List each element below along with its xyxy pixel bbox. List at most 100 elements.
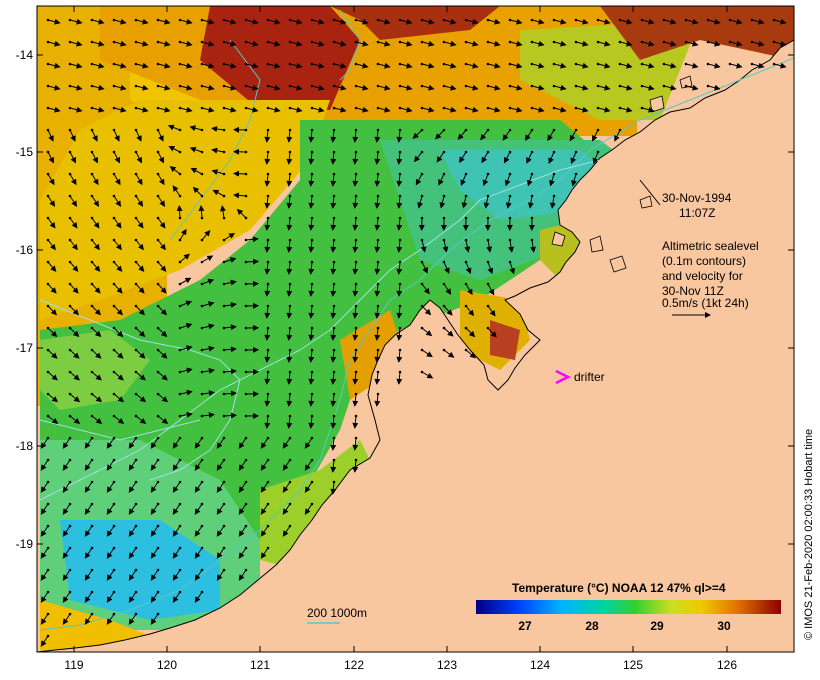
velocity-origin-dot [662, 18, 666, 22]
velocity-origin-dot [222, 172, 226, 176]
velocity-origin-dot [596, 150, 600, 154]
velocity-origin-dot [244, 436, 248, 440]
velocity-origin-dot [332, 480, 336, 484]
velocity-origin-dot [156, 304, 160, 308]
velocity-origin-dot [156, 348, 160, 352]
velocity-origin-dot [156, 546, 160, 550]
velocity-origin-dot [134, 62, 138, 66]
velocity-origin-dot [442, 128, 446, 132]
velocity-origin-dot [178, 40, 182, 44]
velocity-origin-dot [244, 128, 248, 132]
velocity-origin-dot [244, 18, 248, 22]
velocity-origin-dot [222, 502, 226, 506]
velocity-origin-dot [156, 62, 160, 66]
velocity-origin-dot [420, 150, 424, 154]
velocity-origin-dot [46, 546, 50, 550]
velocity-origin-dot [68, 128, 72, 132]
velocity-origin-dot [574, 18, 578, 22]
velocity-origin-dot [46, 568, 50, 572]
velocity-origin-dot [398, 62, 402, 66]
velocity-origin-dot [464, 84, 468, 88]
velocity-origin-dot [596, 84, 600, 88]
velocity-origin-dot [310, 260, 314, 264]
velocity-origin-dot [486, 106, 490, 110]
velocity-origin-dot [178, 348, 182, 352]
velocity-origin-dot [354, 150, 358, 154]
velocity-origin-dot [618, 106, 622, 110]
velocity-origin-dot [310, 216, 314, 220]
velocity-origin-dot [178, 260, 182, 264]
velocity-origin-dot [112, 150, 116, 154]
time-label: 11:07Z [679, 206, 715, 220]
velocity-origin-dot [310, 458, 314, 462]
velocity-origin-dot [376, 194, 380, 198]
velocity-origin-dot [222, 238, 226, 242]
velocity-origin-dot [398, 282, 402, 286]
velocity-origin-dot [90, 480, 94, 484]
velocity-origin-dot [178, 304, 182, 308]
velocity-origin-dot [662, 62, 666, 66]
velocity-origin-dot [310, 392, 314, 396]
velocity-origin-dot [156, 18, 160, 22]
velocity-origin-dot [90, 62, 94, 66]
velocity-origin-dot [332, 18, 336, 22]
velocity-origin-dot [68, 84, 72, 88]
velocity-origin-dot [46, 172, 50, 176]
velocity-origin-dot [178, 568, 182, 572]
velocity-origin-dot [156, 172, 160, 176]
velocity-origin-dot [90, 84, 94, 88]
velocity-origin-dot [178, 194, 182, 198]
velocity-origin-dot [354, 106, 358, 110]
velocity-origin-dot [706, 84, 710, 88]
velocity-origin-dot [266, 304, 270, 308]
velocity-origin-dot [376, 238, 380, 242]
velocity-origin-dot [90, 326, 94, 330]
velocity-origin-dot [90, 238, 94, 242]
lon-label: 122 [344, 658, 364, 672]
velocity-origin-dot [112, 18, 116, 22]
velocity-origin-dot [464, 304, 468, 308]
velocity-origin-dot [46, 238, 50, 242]
velocity-origin-dot [266, 458, 270, 462]
velocity-origin-dot [574, 62, 578, 66]
velocity-origin-dot [464, 238, 468, 242]
velocity-origin-dot [244, 194, 248, 198]
velocity-origin-dot [200, 458, 204, 462]
velocity-origin-dot [244, 414, 248, 418]
velocity-origin-dot [200, 282, 204, 286]
velocity-origin-dot [618, 40, 622, 44]
velocity-origin-dot [178, 590, 182, 594]
velocity-origin-dot [442, 106, 446, 110]
velocity-origin-dot [46, 282, 50, 286]
velocity-origin-dot [684, 18, 688, 22]
velocity-origin-dot [46, 502, 50, 506]
velocity-origin-dot [530, 106, 534, 110]
velocity-origin-dot [244, 216, 248, 220]
velocity-origin-dot [772, 62, 776, 66]
velocity-origin-dot [596, 128, 600, 132]
velocity-origin-dot [112, 304, 116, 308]
velocity-origin-dot [442, 216, 446, 220]
velocity-origin-dot [332, 172, 336, 176]
velocity-origin-dot [134, 84, 138, 88]
velocity-origin-dot [618, 18, 622, 22]
velocity-origin-dot [68, 568, 72, 572]
velocity-origin-dot [134, 414, 138, 418]
velocity-origin-dot [530, 18, 534, 22]
velocity-origin-dot [266, 238, 270, 242]
velocity-origin-dot [288, 436, 292, 440]
velocity-origin-dot [354, 326, 358, 330]
velocity-origin-dot [156, 568, 160, 572]
velocity-origin-dot [376, 216, 380, 220]
velocity-origin-dot [112, 370, 116, 374]
velocity-origin-dot [90, 304, 94, 308]
velocity-origin-dot [112, 590, 116, 594]
velocity-origin-dot [244, 260, 248, 264]
velocity-origin-dot [112, 480, 116, 484]
velocity-origin-dot [178, 128, 182, 132]
velocity-origin-dot [244, 480, 248, 484]
velocity-origin-dot [376, 128, 380, 132]
velocity-origin-dot [332, 260, 336, 264]
velocity-origin-dot [442, 348, 446, 352]
velocity-origin-dot [200, 590, 204, 594]
